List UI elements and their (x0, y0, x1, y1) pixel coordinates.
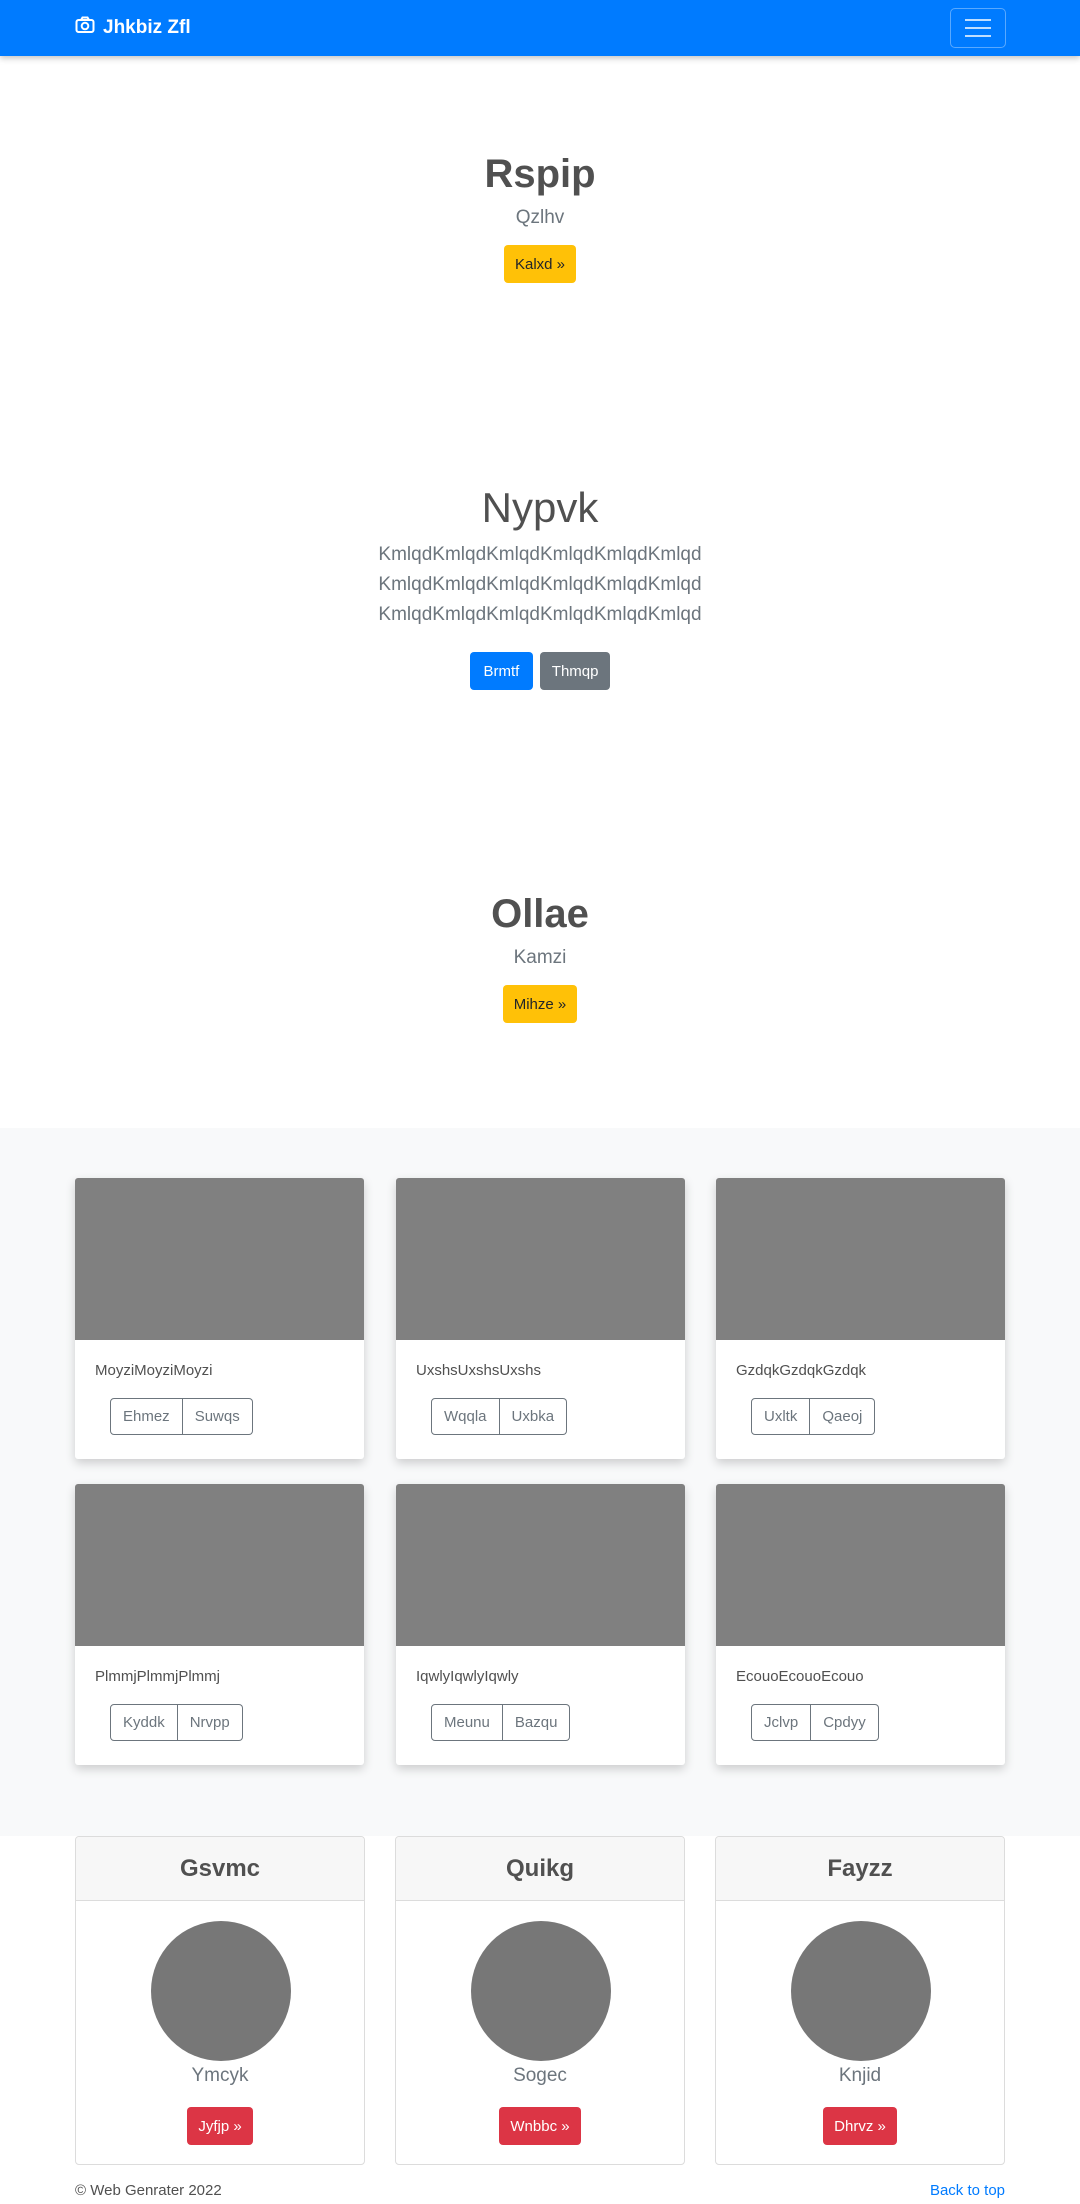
card-button-group: Jclvp Cpdyy (751, 1704, 879, 1741)
profile-card: Quikg Sogec Wnbbc » (395, 1836, 685, 2165)
navbar-toggler-button[interactable] (950, 8, 1006, 48)
hero1-button[interactable]: Kalxd » (503, 245, 577, 283)
hero3-subtitle: Kamzi (513, 947, 567, 968)
profile-card: Fayzz Knjid Dhrvz » (715, 1836, 1005, 2165)
card-thumbnail (396, 1178, 685, 1340)
card-button[interactable]: Meunu (431, 1704, 503, 1741)
card-button-group: Kyddk Nrvpp (110, 1704, 243, 1741)
hero2-title: Nypvk (481, 484, 599, 531)
hero2-secondary-button[interactable]: Thmqp (539, 652, 611, 690)
hero-rspip: Rspip Qzlhv Kalxd » (0, 152, 1080, 283)
hero3-title: Ollae (491, 892, 589, 936)
profile-card-header: Quikg (396, 1837, 684, 1901)
footer: © Web Genrater 2022 Back to top (75, 2182, 1005, 2199)
profile-name: Ymcyk (191, 2065, 249, 2086)
card-text: MoyziMoyziMoyzi (95, 1362, 213, 1379)
card-button[interactable]: Qaeoj (810, 1398, 876, 1435)
card-button[interactable]: Suwqs (182, 1398, 253, 1435)
album-section: MoyziMoyziMoyzi Ehmez Suwqs UxshsUxshsUx… (0, 1128, 1080, 1836)
copyright-text: © Web Genrater 2022 (75, 2182, 222, 2199)
back-to-top-link[interactable]: Back to top (930, 2182, 1005, 2199)
hero2-lead-line: KmlqdKmlqdKmlqdKmlqdKmlqdKmlqd (378, 574, 702, 595)
card-text: EcouoEcouoEcouo (736, 1668, 864, 1685)
card-button[interactable]: Cpdyy (811, 1704, 879, 1741)
album-card: GzdqkGzdqkGzdqk Uxltk Qaeoj (716, 1178, 1005, 1459)
card-button-group: Meunu Bazqu (431, 1704, 571, 1741)
card-button-group: Ehmez Suwqs (110, 1398, 253, 1435)
album-card: IqwlyIqwlyIqwly Meunu Bazqu (396, 1484, 685, 1765)
navbar: Jhkbiz Zfl (0, 0, 1080, 56)
hero1-subtitle: Qzlhv (515, 207, 565, 228)
avatar (791, 1921, 931, 2061)
hero2-lead-line: KmlqdKmlqdKmlqdKmlqdKmlqdKmlqd (378, 604, 702, 625)
card-text: PlmmjPlmmjPlmmj (95, 1668, 220, 1685)
card-thumbnail (75, 1178, 364, 1340)
card-thumbnail (396, 1484, 685, 1646)
hero-ollae: Ollae Kamzi Mihze » (0, 892, 1080, 1023)
card-button-group: Uxltk Qaeoj (751, 1398, 876, 1435)
profile-card-header: Gsvmc (76, 1837, 364, 1901)
card-button[interactable]: Jclvp (751, 1704, 812, 1741)
avatar (151, 1921, 291, 2061)
card-thumbnail (716, 1178, 1005, 1340)
card-button[interactable]: Nrvpp (177, 1704, 243, 1741)
brand-text: Jhkbiz Zfl (103, 17, 191, 38)
card-button-group: Wqqla Uxbka (431, 1398, 568, 1435)
hero2-lead: KmlqdKmlqdKmlqdKmlqdKmlqdKmlqd KmlqdKmlq… (0, 540, 1080, 630)
profile-button[interactable]: Wnbbc » (499, 2107, 581, 2145)
avatar (471, 1921, 611, 2061)
album-card: UxshsUxshsUxshs Wqqla Uxbka (396, 1178, 685, 1459)
card-button[interactable]: Wqqla (431, 1398, 500, 1435)
card-button[interactable]: Bazqu (502, 1704, 571, 1741)
hero2-lead-line: KmlqdKmlqdKmlqdKmlqdKmlqdKmlqd (378, 544, 702, 565)
hamburger-icon (965, 19, 991, 21)
hero-nypvk: Nypvk KmlqdKmlqdKmlqdKmlqdKmlqdKmlqd Kml… (0, 484, 1080, 690)
profile-button[interactable]: Jyfjp » (187, 2107, 253, 2145)
card-button[interactable]: Kyddk (110, 1704, 178, 1741)
profile-card: Gsvmc Ymcyk Jyfjp » (75, 1836, 365, 2165)
card-button[interactable]: Uxbka (499, 1398, 568, 1435)
card-text: GzdqkGzdqkGzdqk (736, 1362, 867, 1379)
brand-link[interactable]: Jhkbiz Zfl (75, 14, 191, 42)
card-thumbnail (75, 1484, 364, 1646)
album-card: MoyziMoyziMoyzi Ehmez Suwqs (75, 1178, 364, 1459)
profile-button[interactable]: Dhrvz » (823, 2107, 897, 2145)
profile-name: Knjid (838, 2065, 882, 2086)
album-card: PlmmjPlmmjPlmmj Kyddk Nrvpp (75, 1484, 364, 1765)
album-card: EcouoEcouoEcouo Jclvp Cpdyy (716, 1484, 1005, 1765)
card-thumbnail (716, 1484, 1005, 1646)
profile-name: Sogec (513, 2065, 567, 2086)
hero2-primary-button[interactable]: Brmtf (469, 652, 534, 690)
card-button[interactable]: Ehmez (110, 1398, 183, 1435)
card-text: IqwlyIqwlyIqwly (416, 1668, 519, 1685)
card-button[interactable]: Uxltk (751, 1398, 811, 1435)
camera-icon (75, 16, 95, 40)
hero3-button[interactable]: Mihze » (502, 985, 578, 1023)
card-text: UxshsUxshsUxshs (416, 1362, 542, 1379)
profile-card-header: Fayzz (716, 1837, 1004, 1901)
hero1-title: Rspip (484, 152, 596, 196)
